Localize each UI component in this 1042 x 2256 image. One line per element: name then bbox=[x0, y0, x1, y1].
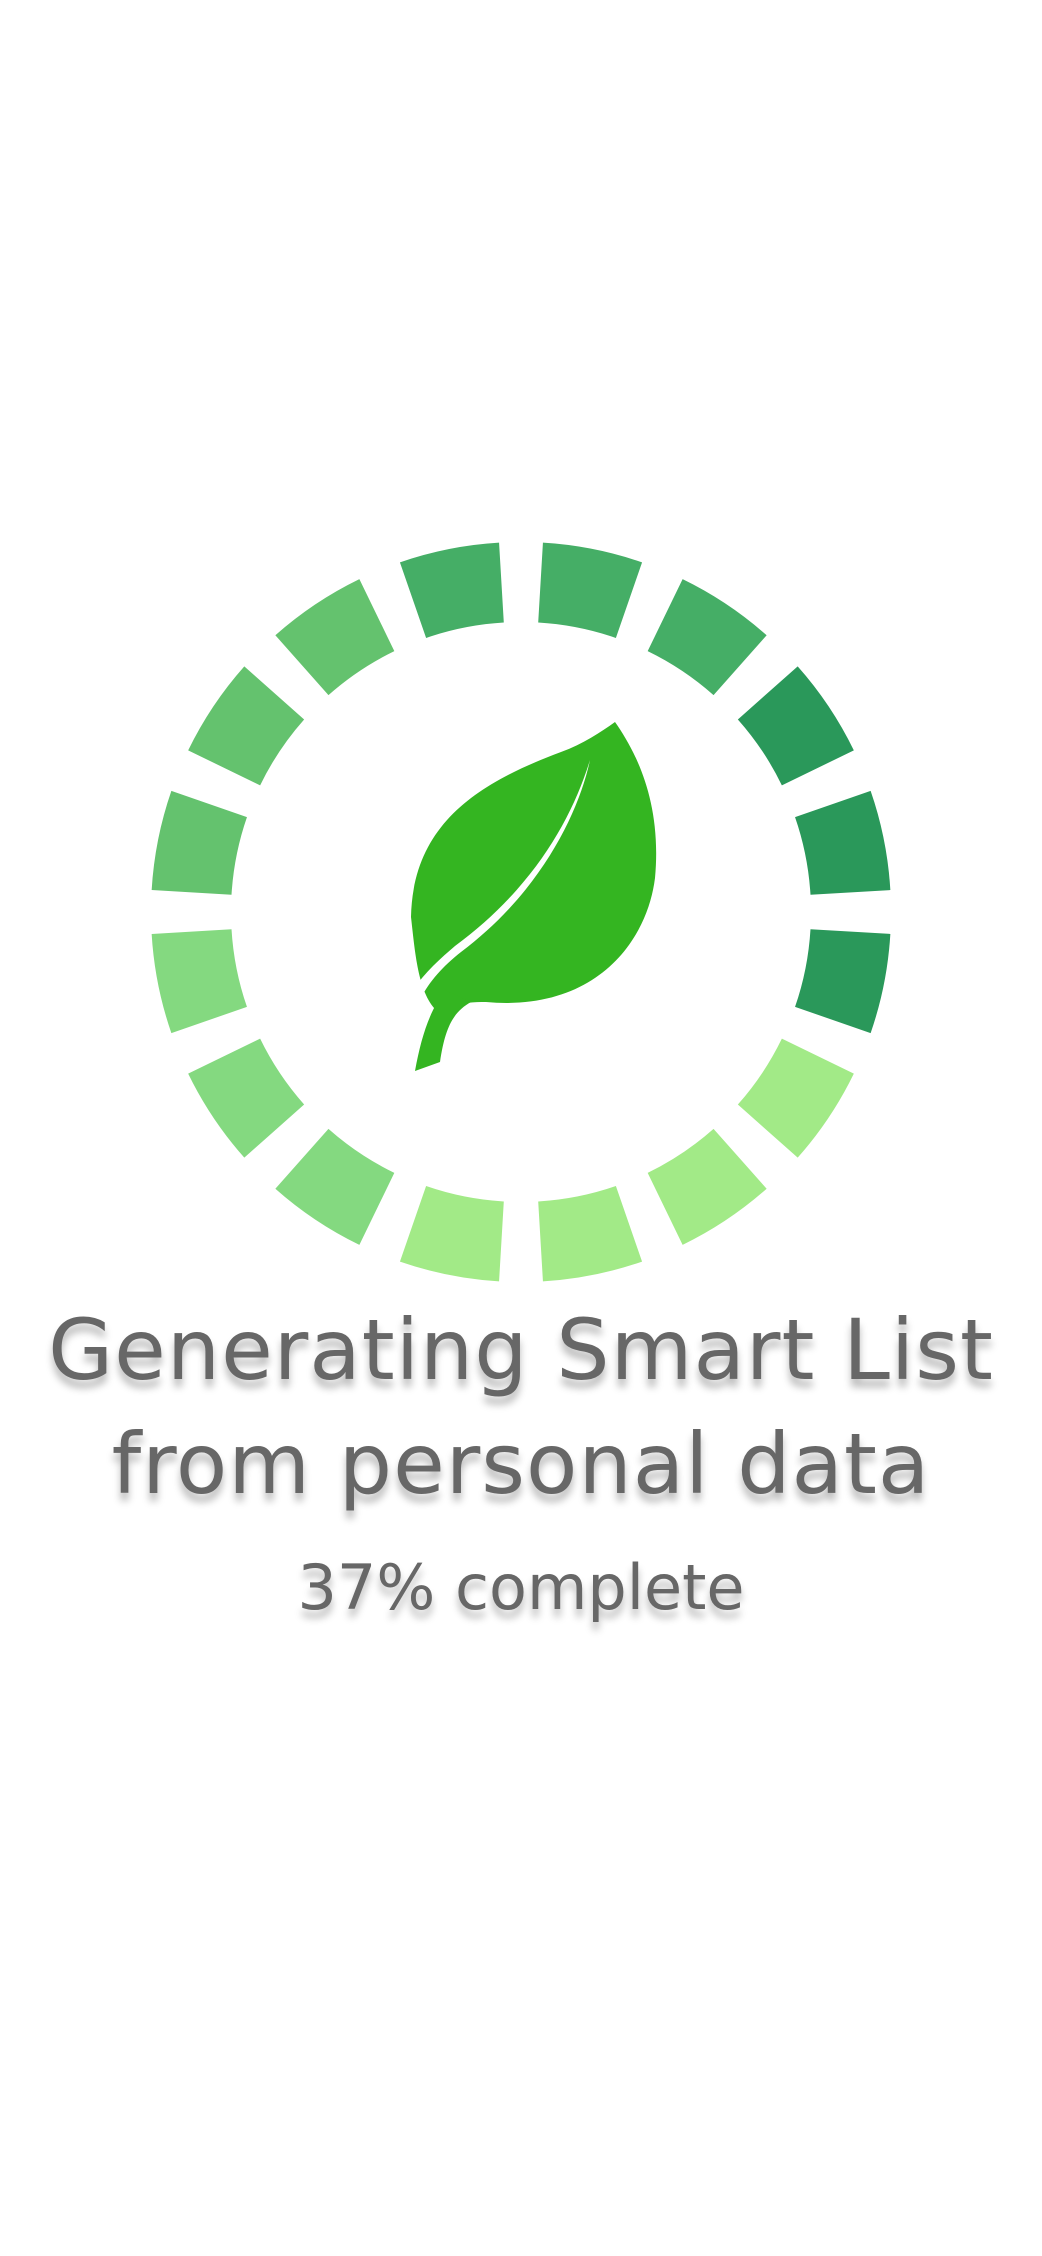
spinner-segment bbox=[399, 542, 504, 638]
spinner-segment bbox=[737, 666, 854, 786]
leaf-stem bbox=[415, 990, 471, 1071]
spinner-segment bbox=[538, 1186, 643, 1282]
leaf-icon bbox=[411, 722, 657, 1071]
spinner-segment bbox=[188, 1038, 305, 1158]
spinner-segment bbox=[151, 790, 247, 895]
spinner-segment bbox=[737, 1038, 854, 1158]
spinner-segment bbox=[647, 579, 767, 696]
spinner-segment bbox=[795, 929, 891, 1034]
spinner-segment bbox=[399, 1186, 504, 1282]
title-line-1: Generating Smart List bbox=[48, 1301, 994, 1399]
spinner-segment bbox=[151, 929, 247, 1034]
spinner-segment bbox=[795, 790, 891, 895]
progress-label: 37% complete bbox=[297, 1551, 745, 1624]
spinner-segment bbox=[647, 1128, 767, 1245]
spinner-segment bbox=[275, 579, 395, 696]
spinner-segment bbox=[275, 1128, 395, 1245]
spinner-segment bbox=[188, 666, 305, 786]
loading-screen: Generating Smart List from personal data… bbox=[0, 0, 1042, 2256]
title-line-2: from personal data bbox=[111, 1415, 931, 1513]
progress-spinner bbox=[151, 542, 891, 1282]
spinner-segment bbox=[538, 542, 643, 638]
leaf-blade bbox=[411, 722, 657, 1010]
